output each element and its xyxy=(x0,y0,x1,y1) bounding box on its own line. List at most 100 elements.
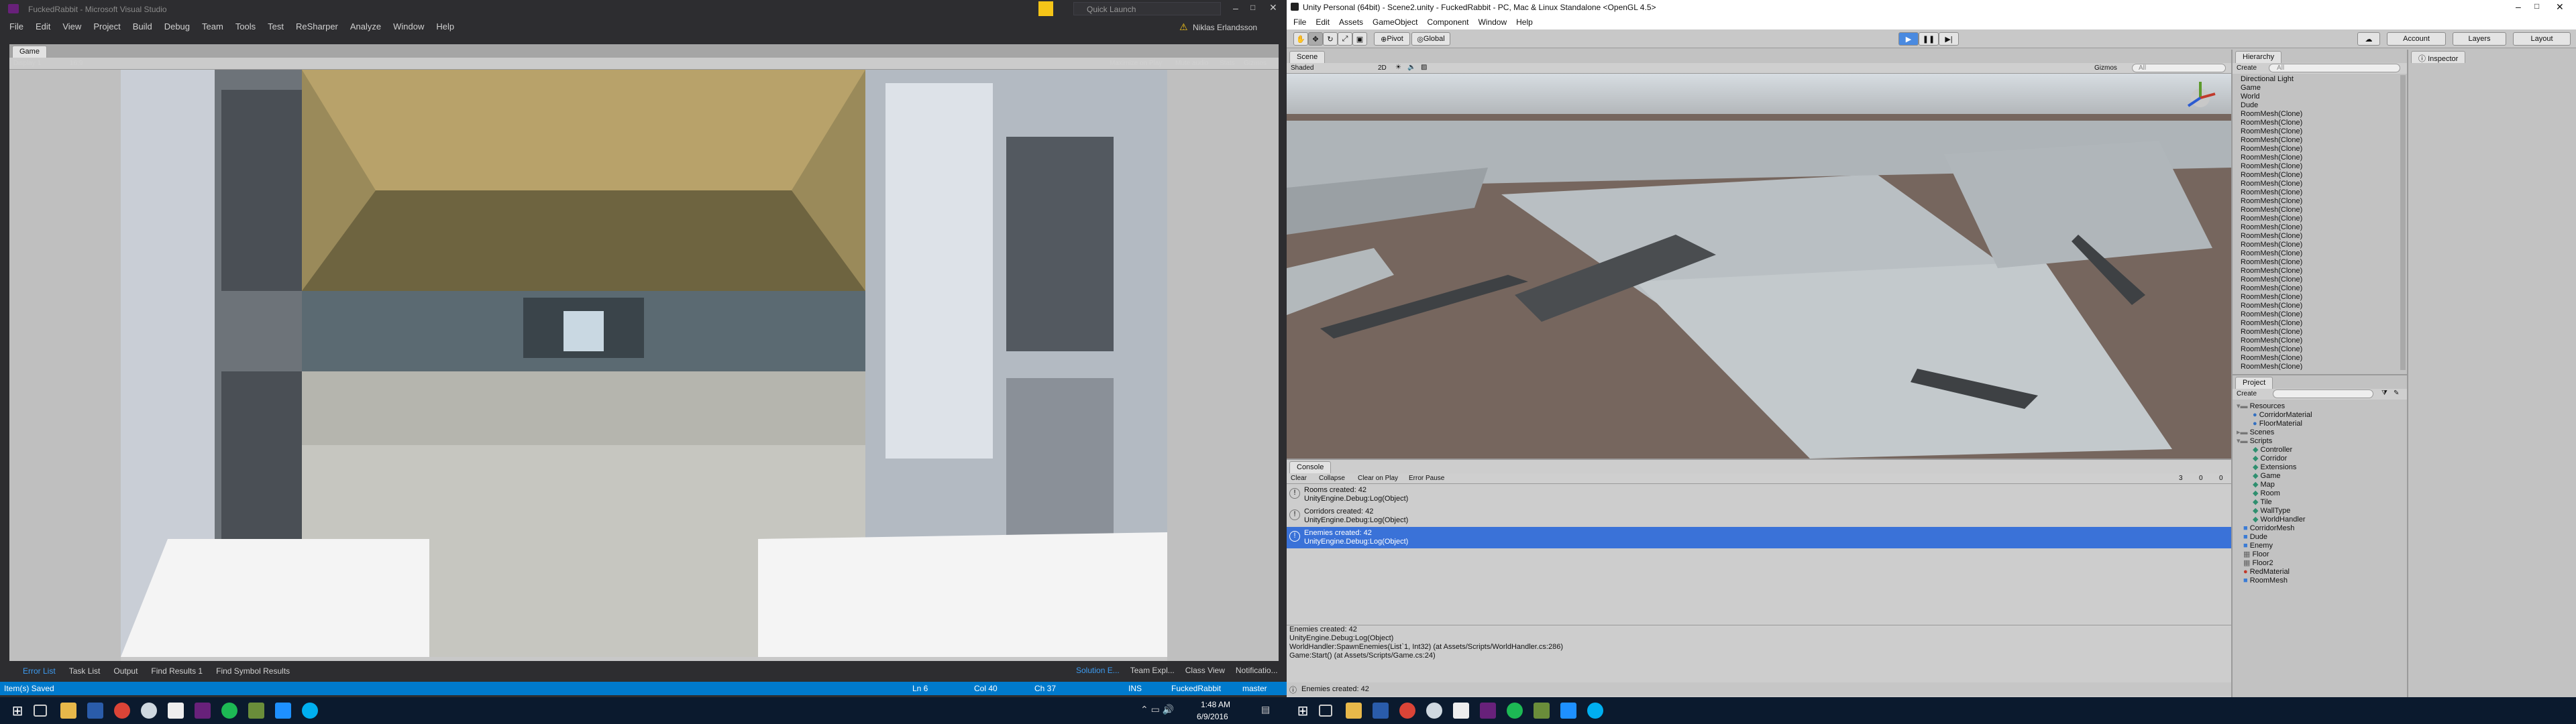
hierarchy-item[interactable]: RoomMesh(Clone) xyxy=(2241,145,2399,154)
hierarchy-item[interactable]: RoomMesh(Clone) xyxy=(2241,110,2399,119)
hierarchy-item[interactable]: Game xyxy=(2241,84,2399,93)
powershell-icon[interactable] xyxy=(87,703,103,719)
2d-toggle[interactable]: 2D xyxy=(1378,64,1387,72)
console-collapse-toggle[interactable]: Collapse xyxy=(1319,475,1345,482)
task-view-icon[interactable] xyxy=(1319,705,1332,717)
hierarchy-item[interactable]: RoomMesh(Clone) xyxy=(2241,223,2399,232)
hierarchy-item[interactable]: RoomMesh(Clone) xyxy=(2241,136,2399,145)
menu-window[interactable]: Window xyxy=(393,21,424,32)
hierarchy-item[interactable]: World xyxy=(2241,93,2399,101)
menu-build[interactable]: Build xyxy=(133,21,152,32)
project-asset[interactable]: ■ Enemy xyxy=(2237,542,2404,550)
hierarchy-item[interactable]: RoomMesh(Clone) xyxy=(2241,310,2399,319)
audio-toggle-icon[interactable]: 🔈 xyxy=(1407,64,1415,71)
hierarchy-item[interactable]: RoomMesh(Clone) xyxy=(2241,319,2399,328)
visual-studio-icon[interactable] xyxy=(1480,703,1496,719)
menu-help[interactable]: Help xyxy=(436,21,454,32)
skype-icon[interactable] xyxy=(1587,703,1603,719)
tab-error-list[interactable]: Error List xyxy=(23,666,56,676)
spotify-icon[interactable] xyxy=(1507,703,1523,719)
tab-scene[interactable]: Scene xyxy=(1289,51,1326,63)
project-asset[interactable]: ■ CorridorMesh xyxy=(2237,524,2404,533)
step-button[interactable]: ▶| xyxy=(1939,32,1959,46)
tab-game[interactable]: Game xyxy=(12,46,47,58)
project-asset[interactable]: ◆ Map xyxy=(2237,481,2404,489)
chrome-icon[interactable] xyxy=(114,703,130,719)
status-project[interactable]: FuckedRabbit xyxy=(1171,684,1221,693)
start-button-icon[interactable]: ⊞ xyxy=(9,703,25,719)
layout-dropdown[interactable]: Layout xyxy=(2513,32,2571,46)
steam-icon[interactable] xyxy=(1426,703,1442,719)
unity-menu-file[interactable]: File xyxy=(1293,17,1306,27)
tab-project[interactable]: Project xyxy=(2235,377,2273,389)
unity-menu-window[interactable]: Window xyxy=(1478,17,1507,27)
hierarchy-item[interactable]: Directional Light xyxy=(2241,75,2399,84)
hierarchy-item[interactable]: RoomMesh(Clone) xyxy=(2241,328,2399,337)
console-log-count[interactable]: 3 xyxy=(2179,475,2183,482)
unity-menu-gameobject[interactable]: GameObject xyxy=(1373,17,1417,27)
shading-mode-dropdown[interactable]: Shaded xyxy=(1291,64,1313,72)
unity-menu-edit[interactable]: Edit xyxy=(1316,17,1330,27)
notification-flag-icon[interactable] xyxy=(1038,1,1053,16)
project-folder[interactable]: ▸▬ Scenes xyxy=(2237,428,2404,437)
unity-icon[interactable] xyxy=(1453,703,1469,719)
menu-project[interactable]: Project xyxy=(93,21,120,32)
minimize-button[interactable]: – xyxy=(1233,3,1238,13)
bird-app-icon[interactable] xyxy=(275,703,291,719)
unity-menu-assets[interactable]: Assets xyxy=(1339,17,1363,27)
status-branch[interactable]: master xyxy=(1242,684,1267,693)
scene-viewport[interactable] xyxy=(1287,74,2231,459)
console-error-count[interactable]: 0 xyxy=(2219,475,2223,482)
file-explorer-icon[interactable] xyxy=(60,703,76,719)
hierarchy-item[interactable]: RoomMesh(Clone) xyxy=(2241,241,2399,249)
project-asset[interactable]: ● RedMaterial xyxy=(2237,568,2404,577)
powershell-icon[interactable] xyxy=(1373,703,1389,719)
rotate-tool-button[interactable]: ↻ xyxy=(1323,32,1338,46)
tray-volume-icon[interactable]: 🔊 xyxy=(1163,704,1174,715)
play-button[interactable]: ▶ xyxy=(1898,32,1919,46)
hierarchy-item[interactable]: RoomMesh(Clone) xyxy=(2241,119,2399,127)
project-asset[interactable]: ◆ Room xyxy=(2237,489,2404,498)
hierarchy-item[interactable]: RoomMesh(Clone) xyxy=(2241,337,2399,345)
project-asset[interactable]: ● CorridorMaterial xyxy=(2237,411,2404,420)
visual-studio-icon[interactable] xyxy=(195,703,211,719)
project-asset[interactable]: ■ RoomMesh xyxy=(2237,577,2404,585)
steam-icon[interactable] xyxy=(141,703,157,719)
rect-tool-button[interactable]: ▣ xyxy=(1352,32,1367,46)
chrome-icon[interactable] xyxy=(1399,703,1415,719)
console-entry-selected[interactable]: ! Enemies created: 42 UnityEngine.Debug:… xyxy=(1287,527,2231,548)
tray-chevron-icon[interactable]: ⌃ xyxy=(1140,704,1148,715)
effects-toggle-icon[interactable]: ▨ xyxy=(1421,64,1427,71)
tab-hierarchy[interactable]: Hierarchy xyxy=(2235,51,2282,63)
hierarchy-item[interactable]: RoomMesh(Clone) xyxy=(2241,188,2399,197)
stats-toggle[interactable]: Stats xyxy=(1220,60,1235,67)
project-search-input[interactable] xyxy=(2273,389,2373,398)
move-tool-button[interactable]: ✥ xyxy=(1308,32,1323,46)
project-asset[interactable]: ◆ Extensions xyxy=(2237,463,2404,472)
hand-tool-button[interactable]: ✋ xyxy=(1293,32,1308,46)
tab-output[interactable]: Output xyxy=(113,666,138,676)
hierarchy-item[interactable]: RoomMesh(Clone) xyxy=(2241,345,2399,354)
aspect-select[interactable]: 16:9 xyxy=(70,60,83,67)
tray-network-icon[interactable]: ▭ xyxy=(1151,704,1160,715)
hierarchy-item[interactable]: RoomMesh(Clone) xyxy=(2241,258,2399,267)
cloud-button[interactable]: ☁ xyxy=(2357,32,2380,46)
hierarchy-item[interactable]: RoomMesh(Clone) xyxy=(2241,162,2399,171)
hierarchy-item[interactable]: RoomMesh(Clone) xyxy=(2241,363,2399,370)
menu-analyze[interactable]: Analyze xyxy=(350,21,381,32)
tab-find-results-1[interactable]: Find Results 1 xyxy=(151,666,203,676)
spotify-icon[interactable] xyxy=(221,703,237,719)
menu-edit[interactable]: Edit xyxy=(36,21,50,32)
unity-minimize-button[interactable]: – xyxy=(2516,1,2521,12)
gizmos-toggle[interactable]: Gizmos xyxy=(1244,60,1267,67)
pivot-toggle[interactable]: ⊕ Pivot xyxy=(1374,32,1410,46)
unity-menu-help[interactable]: Help xyxy=(1516,17,1533,27)
menu-team[interactable]: Team xyxy=(202,21,223,32)
project-asset[interactable]: ■ Dude xyxy=(2237,533,2404,542)
hierarchy-item[interactable]: RoomMesh(Clone) xyxy=(2241,215,2399,223)
hierarchy-create-dropdown[interactable]: Create xyxy=(2237,64,2257,72)
hierarchy-item[interactable]: RoomMesh(Clone) xyxy=(2241,276,2399,284)
minecraft-icon[interactable] xyxy=(1534,703,1550,719)
menu-test[interactable]: Test xyxy=(268,21,284,32)
unity-close-button[interactable]: ✕ xyxy=(2556,1,2564,13)
